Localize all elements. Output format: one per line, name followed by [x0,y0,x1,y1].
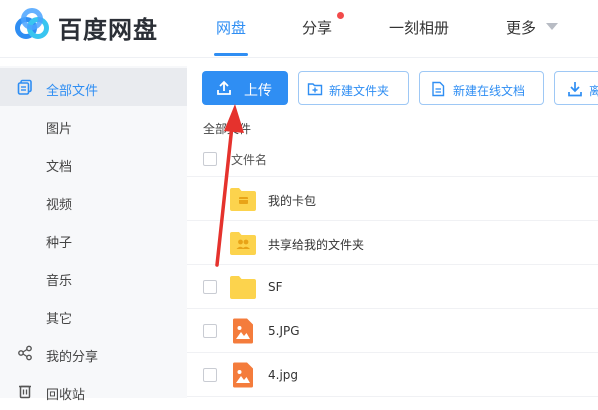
sidebar-item-label: 视频 [46,198,73,213]
download-icon [568,82,582,97]
new-online-doc-label: 新建在线文档 [453,84,526,98]
sidebar-item-videos[interactable]: 视频 [0,182,187,220]
main-content: 上传 新建文件夹 新建在线文档 离 全部文件 文件名 我的卡包 共享给我的文件夹… [187,58,598,398]
sidebar-item-label: 我的分享 [46,350,99,365]
nav-tab-album[interactable]: 一刻相册 [389,17,449,38]
image-file-icon [233,318,253,344]
upload-icon [217,80,231,95]
sidebar-item-label: 图片 [46,122,73,137]
sidebar-item-recycle-bin[interactable]: 回收站 [0,372,187,410]
card-folder-icon [230,188,256,211]
file-name[interactable]: 共享给我的文件夹 [268,236,364,253]
sidebar-item-label: 文档 [46,160,73,175]
baidu-netdisk-logo-icon[interactable] [12,8,52,48]
upload-button-label: 上传 [244,83,272,99]
file-name[interactable]: 5.JPG [268,324,300,338]
select-all-checkbox[interactable] [203,152,217,166]
table-row[interactable]: 共享给我的文件夹 [187,221,598,265]
image-file-icon [233,362,253,388]
notification-badge [337,12,344,19]
nav-tab-netdisk[interactable]: 网盘 [216,17,246,38]
document-icon [432,81,445,97]
table-row[interactable]: SF [187,265,598,309]
new-online-doc-button[interactable]: 新建在线文档 [419,71,544,105]
breadcrumb[interactable]: 全部文件 [203,120,251,137]
active-tab-indicator [214,53,248,56]
all-files-icon [17,79,32,95]
row-checkbox[interactable] [203,280,217,294]
row-checkbox[interactable] [203,324,217,338]
table-row[interactable]: 我的卡包 [187,177,598,221]
upload-button[interactable]: 上传 [202,71,288,105]
sidebar-item-label: 音乐 [46,274,73,289]
sidebar-item-images[interactable]: 图片 [0,106,187,144]
file-name[interactable]: 我的卡包 [268,192,316,209]
sidebar-item-torrents[interactable]: 种子 [0,220,187,258]
new-folder-button[interactable]: 新建文件夹 [298,71,409,105]
nav-tab-more[interactable]: 更多 [506,17,536,38]
sidebar-item-music[interactable]: 音乐 [0,258,187,296]
sidebar-item-all-files[interactable]: 全部文件 [0,68,187,106]
sidebar: 全部文件 图片 文档 视频 种子 音乐 其它 我的分享 回收站 [0,66,187,403]
offline-download-button[interactable]: 离 [554,71,598,105]
sidebar-item-label: 种子 [46,236,73,251]
sidebar-item-my-shares[interactable]: 我的分享 [0,334,187,372]
offline-download-label: 离 [589,84,598,98]
sidebar-item-documents[interactable]: 文档 [0,144,187,182]
file-name[interactable]: SF [268,280,283,294]
share-icon [18,345,32,361]
sidebar-item-label: 其它 [46,312,73,327]
folder-icon [230,276,256,299]
sidebar-item-other[interactable]: 其它 [0,296,187,334]
nav-tab-share[interactable]: 分享 [302,17,332,38]
trash-icon [19,385,31,399]
file-name[interactable]: 4.jpg [268,368,298,382]
top-bar: 百度网盘 网盘 分享 一刻相册 更多 [0,0,598,58]
new-folder-label: 新建文件夹 [329,84,390,98]
brand-name[interactable]: 百度网盘 [58,10,158,45]
sidebar-item-label: 全部文件 [46,84,99,99]
row-checkbox[interactable] [203,368,217,382]
column-header-filename[interactable]: 文件名 [231,151,267,168]
new-folder-icon [307,83,323,96]
sidebar-item-label: 回收站 [46,388,86,403]
table-row[interactable]: 5.JPG [187,309,598,353]
shared-folder-icon [230,232,256,255]
chevron-down-icon[interactable] [546,23,558,30]
table-row[interactable]: 4.jpg [187,353,598,397]
